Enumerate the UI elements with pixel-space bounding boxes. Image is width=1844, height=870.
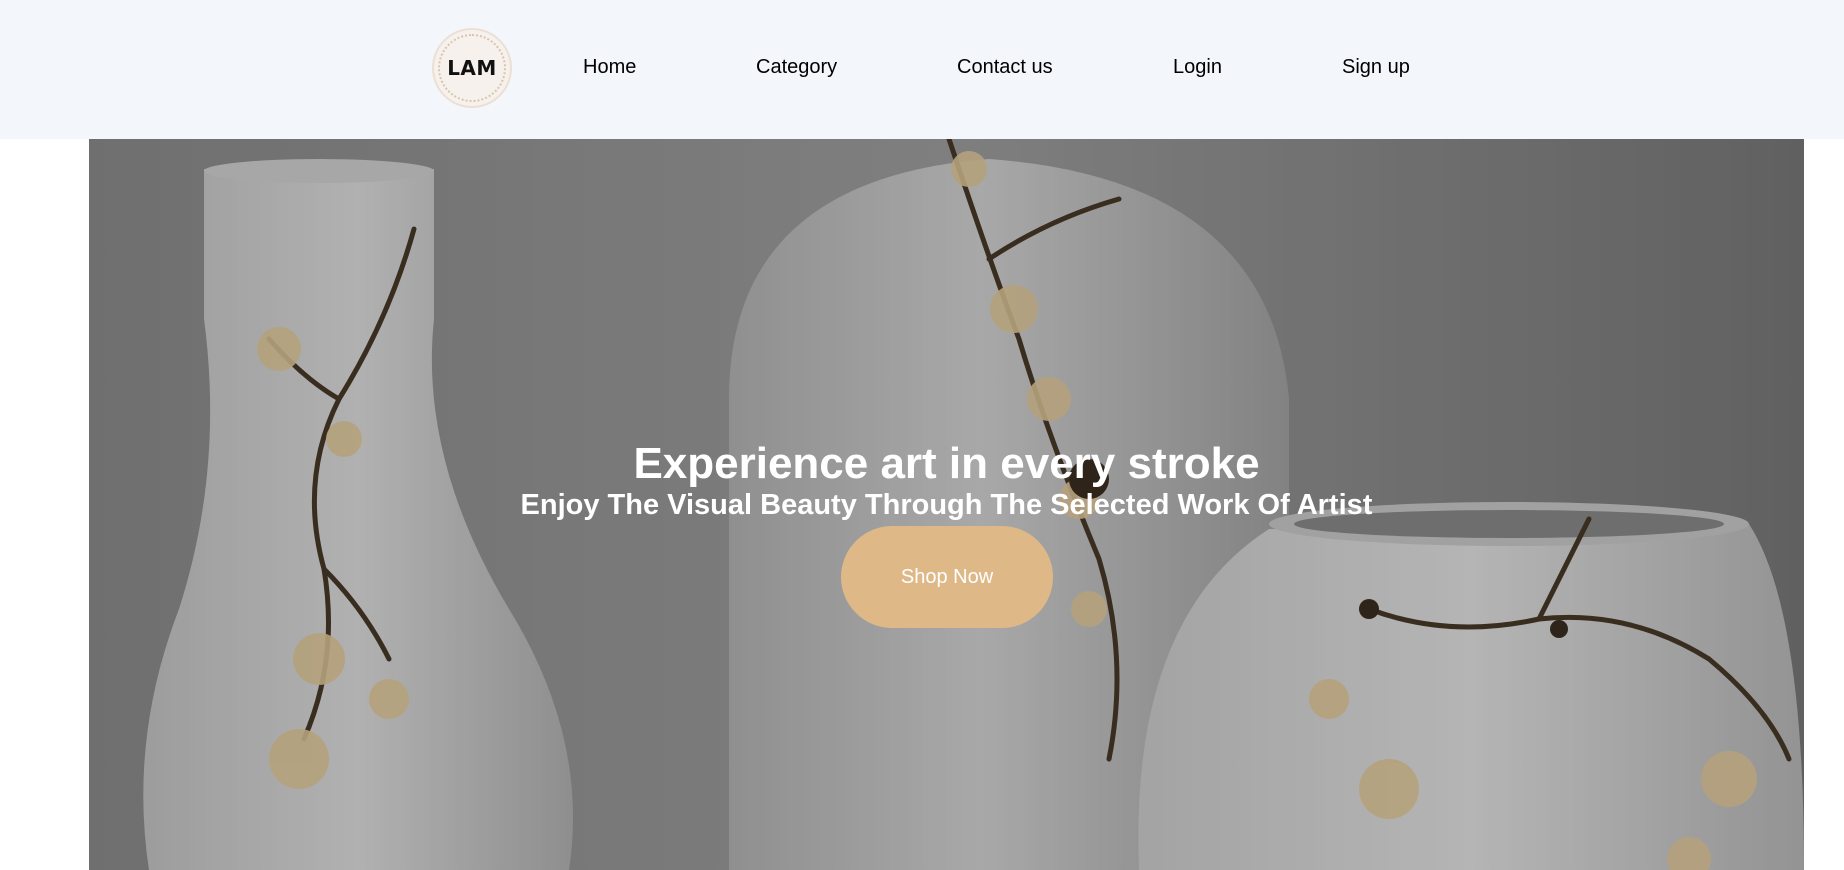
lam-logo[interactable]: LAM: [432, 28, 512, 108]
top-navigation-bar: LAM Home Category Contact us Login Sign …: [0, 0, 1844, 139]
hero-subtitle: Enjoy The Visual Beauty Through The Sele…: [520, 489, 1373, 521]
nav-sign-up-link[interactable]: Sign up: [1342, 55, 1410, 79]
nav-login-link[interactable]: Login: [1173, 55, 1222, 79]
hero-banner: Experience art in every stroke Enjoy The…: [89, 139, 1804, 870]
shop-now-button[interactable]: Shop Now: [841, 526, 1053, 628]
nav-contact-us-link[interactable]: Contact us: [957, 55, 1053, 79]
nav-category-link[interactable]: Category: [756, 55, 837, 79]
nav-home-link[interactable]: Home: [583, 55, 636, 79]
logo-text: LAM: [447, 56, 497, 80]
hero-title: Experience art in every stroke: [633, 439, 1260, 488]
